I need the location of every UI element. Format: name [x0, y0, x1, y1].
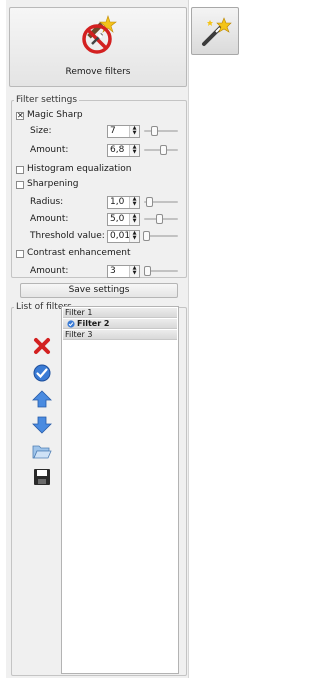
histogram-checkbox[interactable] — [16, 166, 24, 174]
sharpening-label: Sharpening — [27, 179, 79, 189]
magic-amount-label: Amount: — [30, 145, 69, 155]
size-value: 7 — [110, 126, 116, 136]
remove-filters-button[interactable]: Remove filters — [9, 7, 187, 87]
remove-filters-label: Remove filters — [65, 67, 131, 77]
radius-slider[interactable] — [144, 197, 178, 207]
magic-wand-button[interactable] — [191, 7, 239, 55]
list-item-label: Filter 3 — [65, 330, 93, 339]
apply-check-icon — [67, 320, 75, 328]
magic-sharp-checkbox[interactable]: ✕ — [16, 112, 24, 120]
sharp-amount-slider[interactable] — [144, 214, 178, 224]
contrast-label: Contrast enhancement — [27, 248, 131, 258]
list-item[interactable]: Filter 3 — [63, 330, 177, 340]
save-settings-button[interactable]: Save settings — [20, 283, 178, 298]
contrast-checkbox[interactable] — [16, 250, 24, 258]
threshold-label: Threshold value: — [30, 231, 105, 241]
contrast-amount-slider-handle[interactable] — [144, 266, 152, 276]
apply-check-icon[interactable] — [32, 363, 52, 383]
magic-amount-spinbox[interactable]: 6,8 ▲ ▼ — [107, 144, 140, 157]
folder-open-icon[interactable] — [32, 441, 52, 461]
magic-amount-value: 6,8 — [110, 145, 125, 155]
size-stepper-arrows[interactable]: ▲ ▼ — [129, 126, 139, 137]
threshold-value: 0,01 — [110, 231, 131, 241]
arrow-up-icon[interactable] — [32, 389, 52, 409]
radius-slider-handle[interactable] — [146, 197, 154, 207]
contrast-amount-value: 3 — [110, 266, 116, 276]
radius-label: Radius: — [30, 197, 64, 207]
floppy-disk-icon[interactable] — [32, 467, 52, 487]
list-item-label: Filter 1 — [65, 308, 93, 317]
sharp-amount-value: 5,0 — [110, 214, 125, 224]
threshold-slider-handle[interactable] — [142, 231, 150, 241]
sharp-amount-spinbox[interactable]: 5,0 ▲ ▼ — [107, 213, 140, 226]
size-slider[interactable] — [144, 126, 178, 136]
list-item[interactable]: Filter 2 — [63, 319, 177, 329]
arrow-down-icon[interactable] — [32, 415, 52, 435]
magic-amount-stepper-arrows[interactable]: ▲ ▼ — [129, 145, 139, 156]
contrast-amount-slider[interactable] — [144, 266, 178, 276]
histogram-label: Histogram equalization — [27, 164, 132, 174]
threshold-slider[interactable] — [142, 231, 178, 241]
contrast-amount-spinbox[interactable]: 3 ▲ ▼ — [107, 265, 140, 278]
size-spinbox[interactable]: 7 ▲ ▼ — [107, 125, 140, 138]
list-item[interactable]: Filter 1 — [63, 308, 177, 318]
radius-value: 1,0 — [110, 197, 125, 207]
radius-spinbox[interactable]: 1,0 ▲ ▼ — [107, 196, 140, 209]
size-label: Size: — [30, 126, 52, 136]
sharp-amount-label: Amount: — [30, 214, 69, 224]
magic-sharp-label: Magic Sharp — [27, 110, 83, 120]
filter-settings-title: Filter settings — [16, 95, 78, 105]
delete-icon[interactable] — [32, 336, 52, 356]
sharp-amount-slider-handle[interactable] — [156, 214, 164, 224]
filters-listbox[interactable]: Filter 1 Filter 2 Filter 3 — [61, 306, 179, 674]
contrast-amount-stepper-arrows[interactable]: ▲ ▼ — [129, 266, 139, 277]
threshold-spinbox[interactable]: 0,01 ▲ ▼ — [107, 230, 140, 243]
radius-stepper-arrows[interactable]: ▲ ▼ — [129, 197, 139, 208]
remove-filters-icon — [82, 15, 117, 54]
threshold-stepper-arrows[interactable]: ▲ ▼ — [129, 231, 139, 242]
sharpening-checkbox[interactable] — [16, 181, 24, 189]
size-slider-handle[interactable] — [151, 126, 159, 136]
contrast-amount-label: Amount: — [30, 266, 69, 276]
list-item-label: Filter 2 — [77, 319, 110, 328]
sharp-amount-stepper-arrows[interactable]: ▲ ▼ — [129, 214, 139, 225]
magic-amount-slider[interactable] — [144, 145, 178, 155]
magic-amount-slider-handle[interactable] — [159, 145, 167, 155]
magic-wand-icon — [202, 17, 232, 46]
